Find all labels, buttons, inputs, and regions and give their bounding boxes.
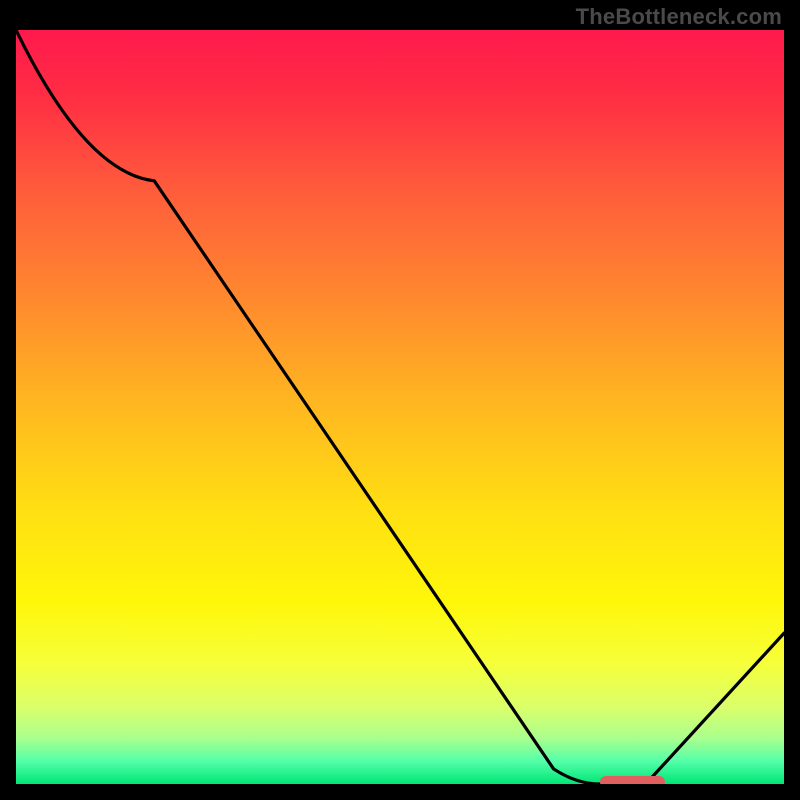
watermark-label: TheBottleneck.com: [576, 4, 782, 30]
bottleneck-curve: [16, 30, 784, 784]
optimal-range-marker: [600, 776, 665, 784]
chart-container: TheBottleneck.com: [0, 0, 800, 800]
plot-area: [16, 30, 784, 784]
